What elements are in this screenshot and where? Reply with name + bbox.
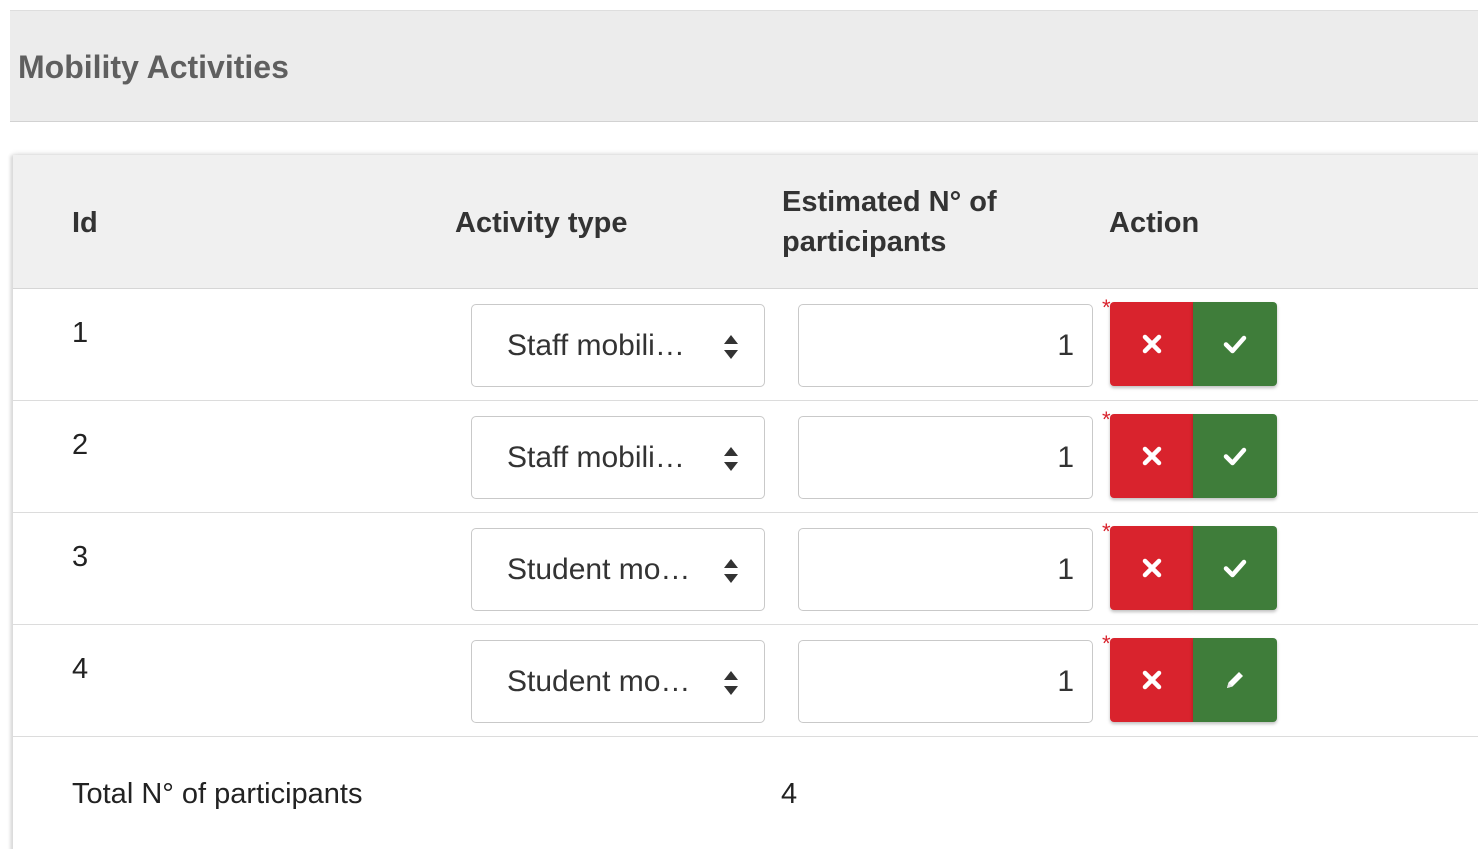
close-icon xyxy=(1142,334,1161,354)
table-row: 4 Student mo… 1 * xyxy=(13,625,1478,737)
confirm-button[interactable] xyxy=(1193,414,1277,498)
total-row: Total N° of participants 4 xyxy=(13,739,1478,849)
check-icon xyxy=(1223,447,1247,466)
participants-input[interactable]: 1 xyxy=(798,416,1093,499)
section-header: Mobility Activities xyxy=(10,10,1478,122)
page: Mobility Activities Id Activity type Est… xyxy=(0,0,1478,849)
table-row: 3 Student mo… 1 * xyxy=(13,513,1478,625)
column-header-action: Action xyxy=(1109,207,1200,239)
delete-button[interactable] xyxy=(1110,638,1193,722)
participants-input[interactable]: 1 xyxy=(798,528,1093,611)
delete-button[interactable] xyxy=(1110,526,1193,610)
total-label: Total N° of participants xyxy=(72,778,363,810)
column-header-participants-line2: participants xyxy=(782,226,947,258)
table-header: Id Activity type Estimated N° of partici… xyxy=(13,155,1478,289)
delete-button[interactable] xyxy=(1110,302,1193,386)
edit-button[interactable] xyxy=(1193,638,1277,722)
total-value: 4 xyxy=(781,778,798,810)
row-id: 4 xyxy=(72,653,89,685)
row-id: 2 xyxy=(72,429,89,461)
participants-input[interactable]: 1 xyxy=(798,304,1093,387)
activity-type-select[interactable]: Staff mobili… xyxy=(471,304,765,387)
table-row: 1 Staff mobili… 1 * xyxy=(13,289,1478,401)
check-icon xyxy=(1223,335,1247,354)
column-header-activity-type: Activity type xyxy=(455,207,628,239)
participants-value: 1 xyxy=(1057,665,1074,698)
participants-value: 1 xyxy=(1057,553,1074,586)
activity-type-value: Staff mobili… xyxy=(507,441,685,474)
activity-type-value: Student mo… xyxy=(507,665,691,698)
close-icon xyxy=(1142,558,1161,578)
select-arrows-icon xyxy=(724,559,738,583)
activity-type-value: Student mo… xyxy=(507,553,691,586)
column-header-id: Id xyxy=(72,207,98,239)
activity-type-select[interactable]: Staff mobili… xyxy=(471,416,765,499)
check-icon xyxy=(1223,559,1247,578)
row-id: 1 xyxy=(72,317,89,349)
participants-value: 1 xyxy=(1057,441,1074,474)
pencil-icon xyxy=(1227,672,1243,688)
activity-type-select[interactable]: Student mo… xyxy=(471,528,765,611)
select-arrows-icon xyxy=(724,335,738,359)
confirm-button[interactable] xyxy=(1193,302,1277,386)
mobility-activities-table: Id Activity type Estimated N° of partici… xyxy=(13,155,1478,849)
table-row: 2 Staff mobili… 1 * xyxy=(13,401,1478,513)
select-arrows-icon xyxy=(724,671,738,695)
section-title: Mobility Activities xyxy=(18,49,289,85)
confirm-button[interactable] xyxy=(1193,526,1277,610)
close-icon xyxy=(1142,670,1161,690)
activity-type-select[interactable]: Student mo… xyxy=(471,640,765,723)
select-arrows-icon xyxy=(724,447,738,471)
participants-value: 1 xyxy=(1057,329,1074,362)
delete-button[interactable] xyxy=(1110,414,1193,498)
participants-input[interactable]: 1 xyxy=(798,640,1093,723)
activity-type-value: Staff mobili… xyxy=(507,329,685,362)
column-header-participants-line1: Estimated N° of xyxy=(782,186,997,218)
close-icon xyxy=(1142,446,1161,466)
row-id: 3 xyxy=(72,541,89,573)
